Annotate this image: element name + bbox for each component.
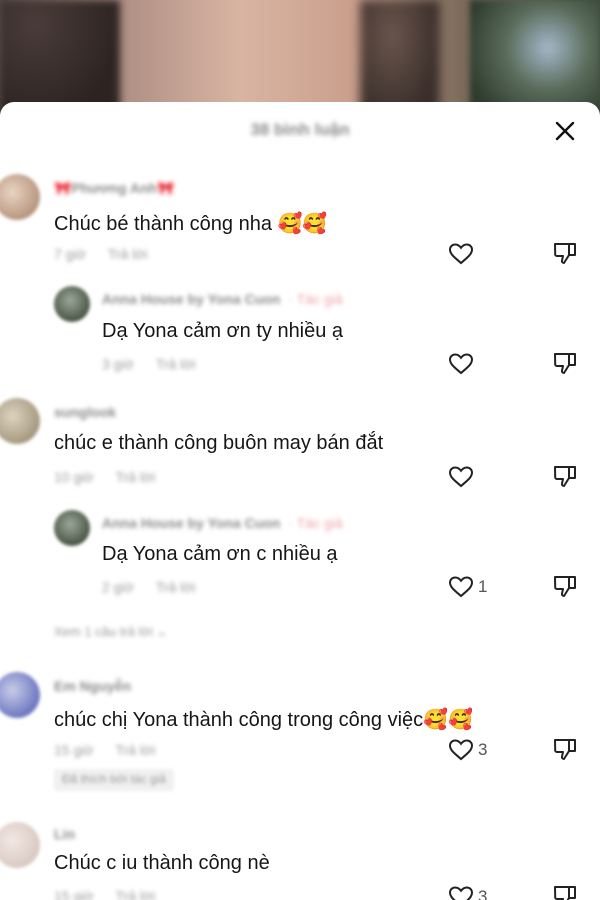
dislike-button[interactable] bbox=[552, 573, 580, 601]
author-tag: · Tác giả bbox=[288, 515, 343, 531]
dislike-button[interactable] bbox=[552, 463, 580, 491]
comment-time: 3 giờ bbox=[102, 356, 134, 372]
comment-meta: 10 giờ Trả lời bbox=[54, 469, 155, 485]
comment-time: 7 giờ bbox=[54, 246, 86, 262]
comment-meta: 2 giờ Trả lời bbox=[102, 579, 196, 595]
heart-icon bbox=[448, 353, 474, 375]
comment-author[interactable]: sunglook bbox=[54, 404, 116, 420]
heart-icon bbox=[448, 739, 474, 761]
comment-text: chúc chị Yona thành công trong công việc… bbox=[54, 709, 473, 731]
author-name: Anna House by Yona Cuon bbox=[102, 291, 281, 307]
like-count: 3 bbox=[478, 887, 488, 900]
comment-meta: 15 giờ Trả lời bbox=[54, 742, 155, 758]
like-button[interactable] bbox=[448, 239, 488, 269]
reply-button[interactable]: Trả lời bbox=[116, 888, 156, 900]
reply-button[interactable]: Trả lời bbox=[116, 469, 156, 485]
dislike-button[interactable] bbox=[552, 736, 580, 764]
reply-button[interactable]: Trả lời bbox=[108, 246, 148, 262]
comment-author[interactable]: 🎀Phương Anh🎀 bbox=[54, 180, 175, 197]
like-button[interactable]: 3 bbox=[448, 882, 488, 900]
author-tag: · Tác giả bbox=[288, 291, 343, 307]
close-icon bbox=[555, 121, 575, 141]
heart-icon bbox=[448, 886, 474, 900]
comment-meta: 7 giờ Trả lời bbox=[54, 246, 148, 262]
heart-icon bbox=[448, 243, 474, 265]
comments-count-title: 38 bình luận bbox=[250, 120, 350, 139]
comment-author[interactable]: Em Nguyễn bbox=[54, 678, 131, 694]
dislike-icon bbox=[554, 886, 576, 900]
dislike-button[interactable] bbox=[552, 350, 580, 378]
comment-time: 2 giờ bbox=[102, 579, 134, 595]
like-button[interactable]: 1 bbox=[448, 572, 488, 602]
avatar[interactable] bbox=[54, 510, 90, 546]
view-more-replies[interactable]: Xem 1 câu trả lời ⌄ bbox=[54, 624, 167, 640]
comment-text: chúc e thành công buôn may bán đắt bbox=[54, 432, 384, 454]
dislike-icon bbox=[554, 353, 576, 374]
comment-author[interactable]: Anna House by Yona Cuon · Tác giả bbox=[102, 515, 343, 531]
comment-text: Chúc bé thành công nha 🥰🥰 bbox=[54, 213, 328, 235]
dislike-button[interactable] bbox=[552, 240, 580, 268]
liked-by-author-badge: Đã thích bởi tác giả bbox=[54, 769, 174, 791]
comment-time: 15 giờ bbox=[54, 888, 94, 900]
like-count: 3 bbox=[478, 740, 488, 759]
dislike-icon bbox=[554, 466, 576, 487]
comment-text: Dạ Yona cảm ơn c nhiều ạ bbox=[102, 543, 338, 565]
comment-meta: 3 giờ Trả lời bbox=[102, 356, 196, 372]
dislike-icon bbox=[554, 739, 576, 760]
dislike-button[interactable] bbox=[552, 883, 580, 900]
author-name: Anna House by Yona Cuon bbox=[102, 515, 281, 531]
comment-text: Dạ Yona cảm ơn ty nhiều ạ bbox=[102, 320, 344, 342]
comment-text: Chúc c iu thành công nè bbox=[54, 852, 270, 874]
comment-time: 10 giờ bbox=[54, 469, 94, 485]
sheet-header: 38 bình luận bbox=[0, 102, 600, 160]
comments-sheet: 38 bình luận 🎀Phương Anh🎀 Chúc bé thành … bbox=[0, 102, 600, 900]
avatar[interactable] bbox=[54, 286, 90, 322]
comment-author[interactable]: Lin bbox=[54, 826, 75, 842]
reply-button[interactable]: Trả lời bbox=[156, 579, 196, 595]
like-count: 1 bbox=[478, 577, 488, 596]
dislike-icon bbox=[554, 243, 576, 264]
reply-button[interactable]: Trả lời bbox=[156, 356, 196, 372]
reply-button[interactable]: Trả lời bbox=[116, 742, 156, 758]
comment-time: 15 giờ bbox=[54, 742, 94, 758]
avatar[interactable] bbox=[0, 822, 40, 868]
like-button[interactable]: 3 bbox=[448, 735, 488, 765]
close-button[interactable] bbox=[550, 116, 580, 146]
like-button[interactable] bbox=[448, 349, 488, 379]
avatar[interactable] bbox=[0, 398, 40, 444]
heart-icon bbox=[448, 466, 474, 488]
comment-author[interactable]: Anna House by Yona Cuon · Tác giả bbox=[102, 291, 343, 307]
avatar[interactable] bbox=[0, 672, 40, 718]
like-button[interactable] bbox=[448, 462, 488, 492]
avatar[interactable] bbox=[0, 174, 40, 220]
comment-meta: 15 giờ Trả lời bbox=[54, 888, 155, 900]
dislike-icon bbox=[554, 576, 576, 597]
heart-icon bbox=[448, 576, 474, 598]
